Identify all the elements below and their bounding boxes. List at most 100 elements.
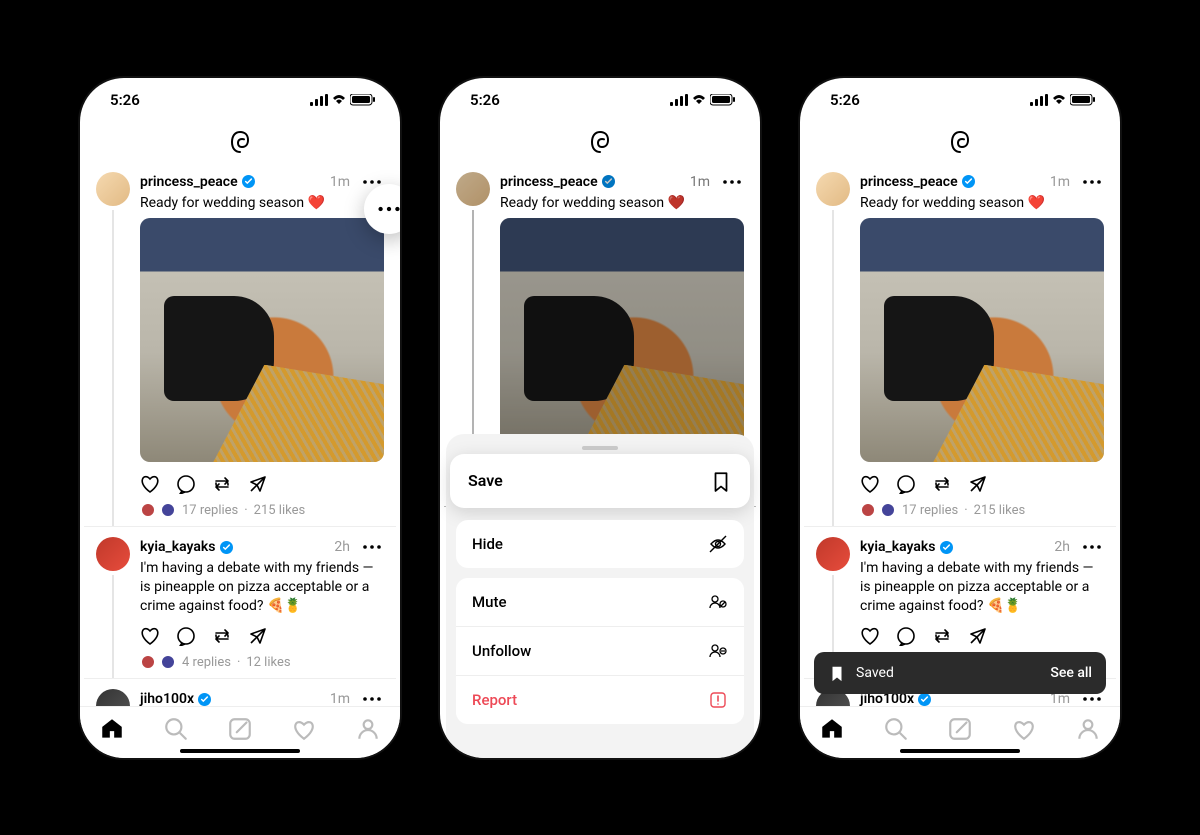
thread-line (112, 575, 114, 678)
share-button[interactable] (248, 626, 268, 646)
verified-icon (962, 175, 975, 188)
tab-activity[interactable] (291, 716, 317, 742)
replies-count[interactable]: 4 replies (182, 655, 231, 670)
post[interactable]: jiho100x 1m Don't let my Italian grandma… (84, 679, 396, 705)
repost-button[interactable] (932, 626, 952, 646)
post-image[interactable] (860, 218, 1104, 462)
verified-icon (242, 175, 255, 188)
post-actions (140, 470, 384, 498)
post-actions (860, 622, 1104, 650)
post-username[interactable]: princess_peace (860, 174, 958, 190)
post-more-button[interactable] (360, 537, 384, 557)
share-button[interactable] (968, 474, 988, 494)
like-button[interactable] (860, 474, 880, 494)
wifi-icon (1052, 94, 1066, 106)
feed[interactable]: princess_peace 1m Ready for wedding seas… (80, 162, 400, 706)
sheet-unfollow-button[interactable]: Unfollow (456, 626, 744, 675)
reply-button[interactable] (176, 474, 196, 494)
post-stats[interactable]: 4 replies · 12 likes (140, 654, 384, 670)
post-actions (140, 622, 384, 650)
post-more-button[interactable] (360, 689, 384, 705)
post-timestamp: 1m (690, 174, 710, 190)
avatar[interactable] (816, 172, 850, 206)
bookmark-icon (710, 470, 732, 492)
sheet-mute-button[interactable]: Mute (456, 578, 744, 626)
reply-button[interactable] (176, 626, 196, 646)
post-stats[interactable]: 17 replies · 215 likes (860, 502, 1104, 518)
post-username[interactable]: princess_peace (140, 174, 238, 190)
battery-icon (710, 94, 736, 106)
sheet-hide-button[interactable]: Hide (456, 520, 744, 568)
wifi-icon (332, 94, 346, 106)
bookmark-fill-icon (828, 664, 846, 682)
tab-home[interactable] (99, 716, 125, 742)
tab-search[interactable] (883, 716, 909, 742)
likes-count[interactable]: 12 likes (246, 655, 290, 670)
app-header (80, 122, 400, 162)
tab-home[interactable] (819, 716, 845, 742)
post[interactable]: princess_peace 1m Ready for wedding seas… (84, 162, 396, 528)
unfollow-icon (708, 641, 728, 661)
post-username[interactable]: kyia_kayaks (140, 539, 216, 555)
replies-count[interactable]: 17 replies (182, 503, 238, 518)
more-icon (377, 197, 400, 221)
report-icon (708, 690, 728, 710)
tab-profile[interactable] (355, 716, 381, 742)
tab-profile[interactable] (1075, 716, 1101, 742)
share-button[interactable] (968, 626, 988, 646)
sheet-report-button[interactable]: Report (456, 675, 744, 724)
phone-action-sheet: 5:26 princess_peace 1m (440, 78, 760, 758)
sheet-handle[interactable] (582, 446, 618, 450)
status-bar: 5:26 (800, 78, 1120, 122)
replier-avatar (880, 502, 896, 518)
likes-count[interactable]: 215 likes (974, 503, 1026, 518)
action-sheet: Save Hide Mute Unfollow Report (446, 434, 754, 758)
post-text: Ready for wedding season ❤️ (140, 194, 384, 213)
thread-line (112, 210, 114, 527)
post[interactable]: princess_peace 1m Ready for wedding seas… (804, 162, 1116, 528)
repost-button[interactable] (932, 474, 952, 494)
threads-logo-icon[interactable] (588, 130, 612, 154)
post-text: Ready for wedding season ❤️ (500, 194, 744, 213)
post[interactable]: kyia_kayaks 2h I'm having a debate with … (84, 527, 396, 679)
post-text: Ready for wedding season ❤️ (860, 194, 1104, 213)
verified-icon (220, 541, 233, 554)
status-time: 5:26 (110, 91, 140, 109)
feed[interactable]: princess_peace 1m Ready for wedding seas… (800, 162, 1120, 706)
post-text: I'm having a debate with my friends — is… (860, 559, 1104, 616)
toast-see-all[interactable]: See all (1050, 665, 1092, 681)
threads-logo-icon[interactable] (948, 130, 972, 154)
tab-activity[interactable] (1011, 716, 1037, 742)
post-more-button[interactable] (1080, 537, 1104, 557)
repost-button[interactable] (212, 474, 232, 494)
repost-button[interactable] (212, 626, 232, 646)
like-button[interactable] (860, 626, 880, 646)
likes-count[interactable]: 215 likes (254, 503, 306, 518)
reply-button[interactable] (896, 474, 916, 494)
post-timestamp: 1m (330, 691, 350, 705)
like-button[interactable] (140, 626, 160, 646)
post-username[interactable]: kyia_kayaks (860, 539, 936, 555)
post-username[interactable]: jiho100x (140, 691, 194, 705)
post-image[interactable] (140, 218, 384, 462)
avatar[interactable] (816, 537, 850, 571)
avatar[interactable] (96, 537, 130, 571)
sheet-save-button[interactable]: Save (450, 454, 750, 508)
tab-search[interactable] (163, 716, 189, 742)
home-indicator (180, 749, 300, 753)
reply-button[interactable] (896, 626, 916, 646)
tab-compose[interactable] (947, 716, 973, 742)
tab-compose[interactable] (227, 716, 253, 742)
status-bar: 5:26 (440, 78, 760, 122)
share-button[interactable] (248, 474, 268, 494)
avatar[interactable] (96, 172, 130, 206)
threads-logo-icon[interactable] (228, 130, 252, 154)
replier-avatar (140, 502, 156, 518)
post-more-button[interactable] (1080, 172, 1104, 192)
verified-icon (918, 693, 931, 706)
replies-count[interactable]: 17 replies (902, 503, 958, 518)
post-stats[interactable]: 17 replies · 215 likes (140, 502, 384, 518)
like-button[interactable] (140, 474, 160, 494)
status-bar: 5:26 (80, 78, 400, 122)
avatar[interactable] (96, 689, 130, 705)
